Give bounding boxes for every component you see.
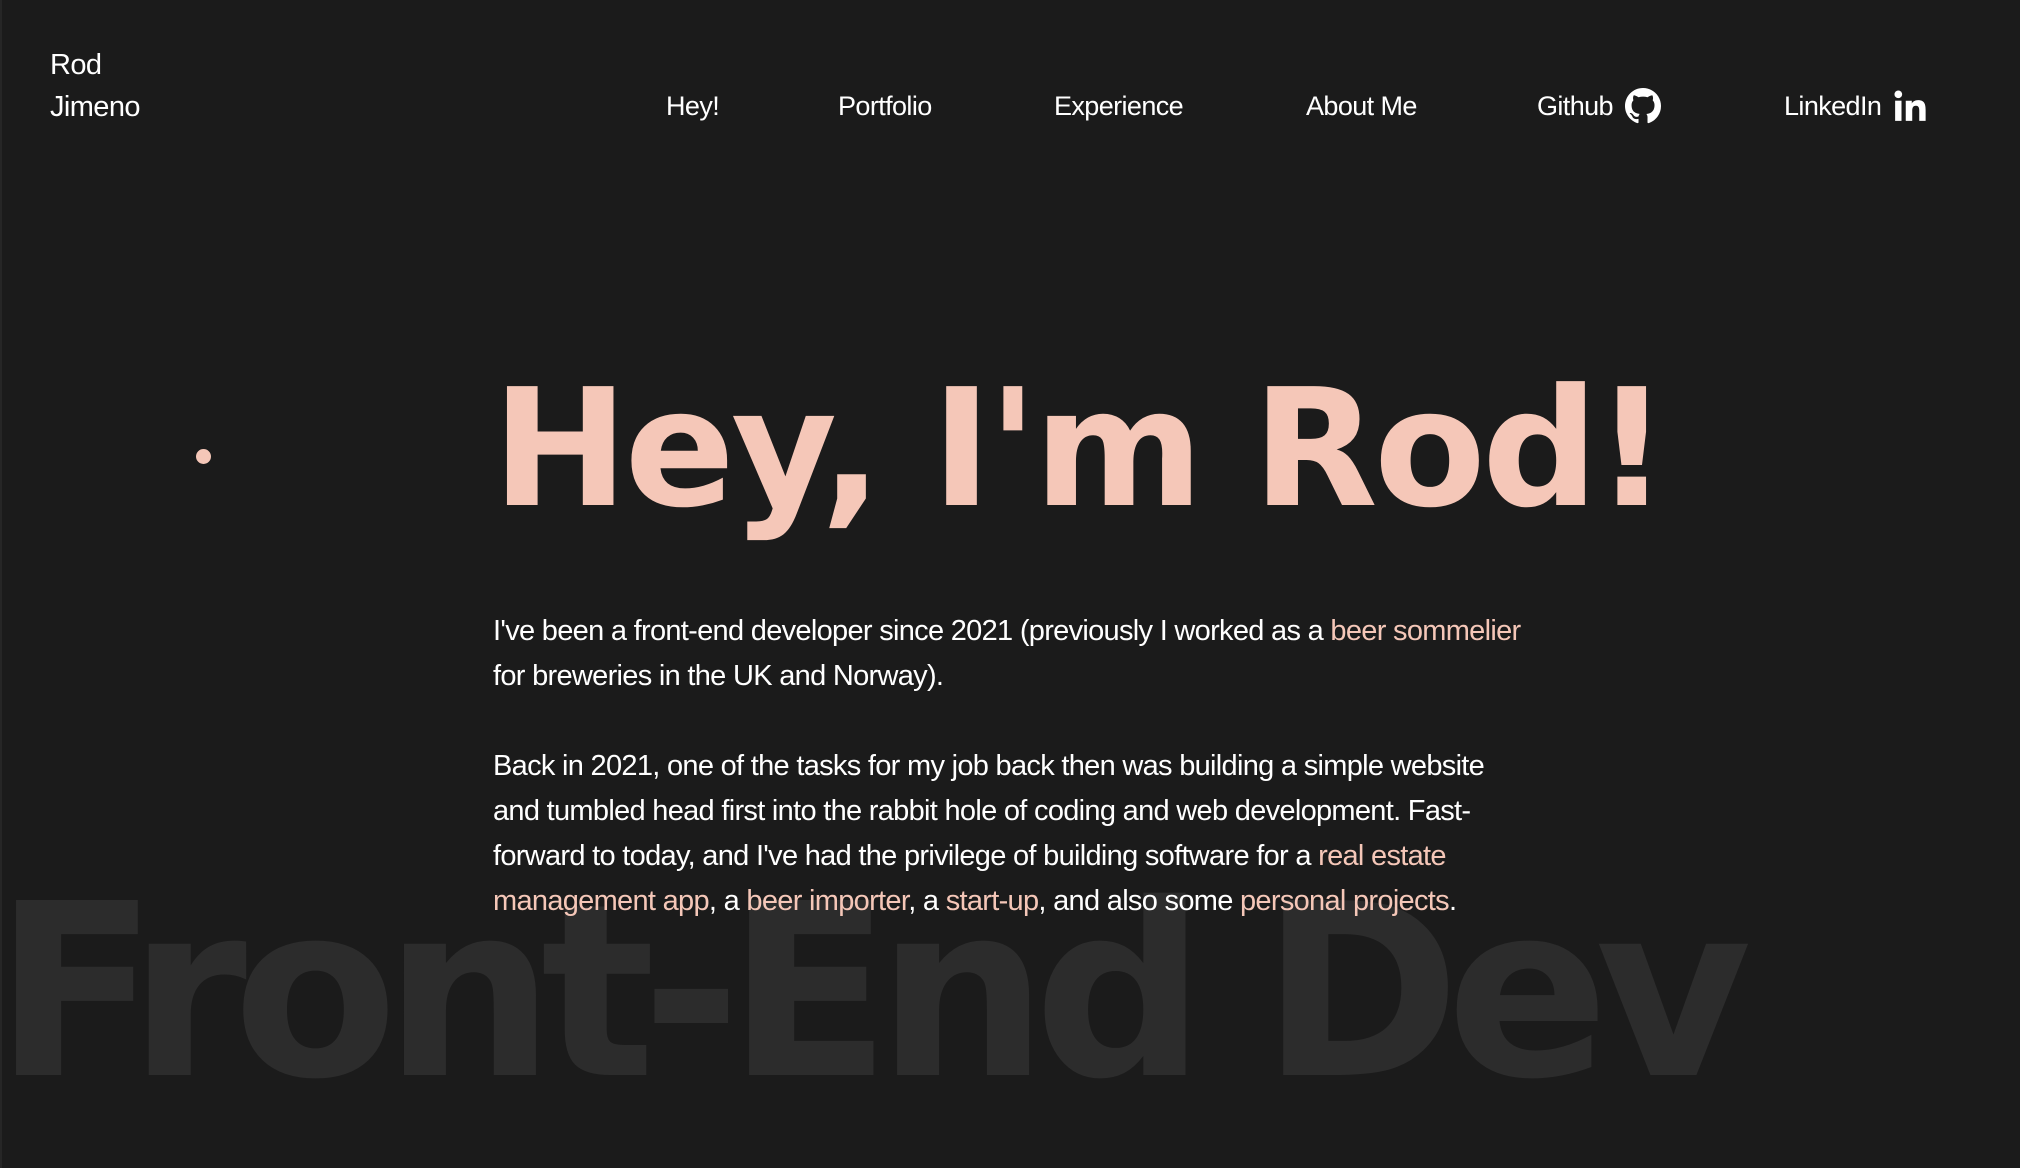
nav-link-hey-label: Hey! bbox=[666, 91, 720, 121]
nav-link-portfolio-label: Portfolio bbox=[838, 91, 932, 121]
linkedin-icon bbox=[1893, 89, 1927, 123]
nav-link-github-label: Github bbox=[1537, 91, 1614, 121]
bio-p1-text-1: I've been a front-end developer since 20… bbox=[493, 615, 1331, 647]
nav-link-linkedin-label: LinkedIn bbox=[1784, 91, 1882, 121]
bio-paragraph-2: Back in 2021, one of the tasks for my jo… bbox=[493, 744, 1523, 924]
nav-link-experience[interactable]: Experience bbox=[1054, 83, 1184, 129]
personal-projects-link[interactable]: personal projects bbox=[1240, 885, 1450, 917]
nav-link-portfolio[interactable]: Portfolio bbox=[838, 83, 932, 129]
beer-importer-link[interactable]: beer importer bbox=[746, 885, 908, 917]
nav-link-experience-label: Experience bbox=[1054, 91, 1184, 121]
bio-p2-text-4: , and also some bbox=[1038, 885, 1240, 917]
github-icon bbox=[1624, 88, 1661, 124]
nav-link-about[interactable]: About Me bbox=[1306, 83, 1417, 129]
bio-p2-text-2: , a bbox=[708, 885, 747, 917]
nav-link-hey[interactable]: Hey! bbox=[666, 83, 720, 129]
cursor-dot bbox=[196, 449, 211, 464]
brand-logo[interactable]: Rod Jimeno bbox=[50, 44, 140, 128]
bio-p2-text-3: , a bbox=[908, 885, 946, 917]
bio-section: I've been a front-end developer since 20… bbox=[493, 609, 1523, 969]
brand-last-name: Jimeno bbox=[50, 91, 140, 123]
hero-title: Hey, I'm Rod! bbox=[492, 355, 1669, 544]
start-up-link[interactable]: start-up bbox=[946, 885, 1039, 917]
nav-link-about-label: About Me bbox=[1306, 91, 1417, 121]
beer-sommelier-link[interactable]: beer sommelier bbox=[1330, 615, 1521, 647]
nav-link-linkedin[interactable]: LinkedIn bbox=[1784, 83, 1927, 129]
nav-link-github[interactable]: Github bbox=[1537, 83, 1661, 129]
bio-p1-text-2: for breweries in the UK and Norway). bbox=[493, 660, 944, 692]
bio-paragraph-1: I've been a front-end developer since 20… bbox=[493, 609, 1523, 699]
brand-first-name: Rod bbox=[50, 49, 102, 81]
bio-p2-text-5: . bbox=[1448, 885, 1457, 917]
